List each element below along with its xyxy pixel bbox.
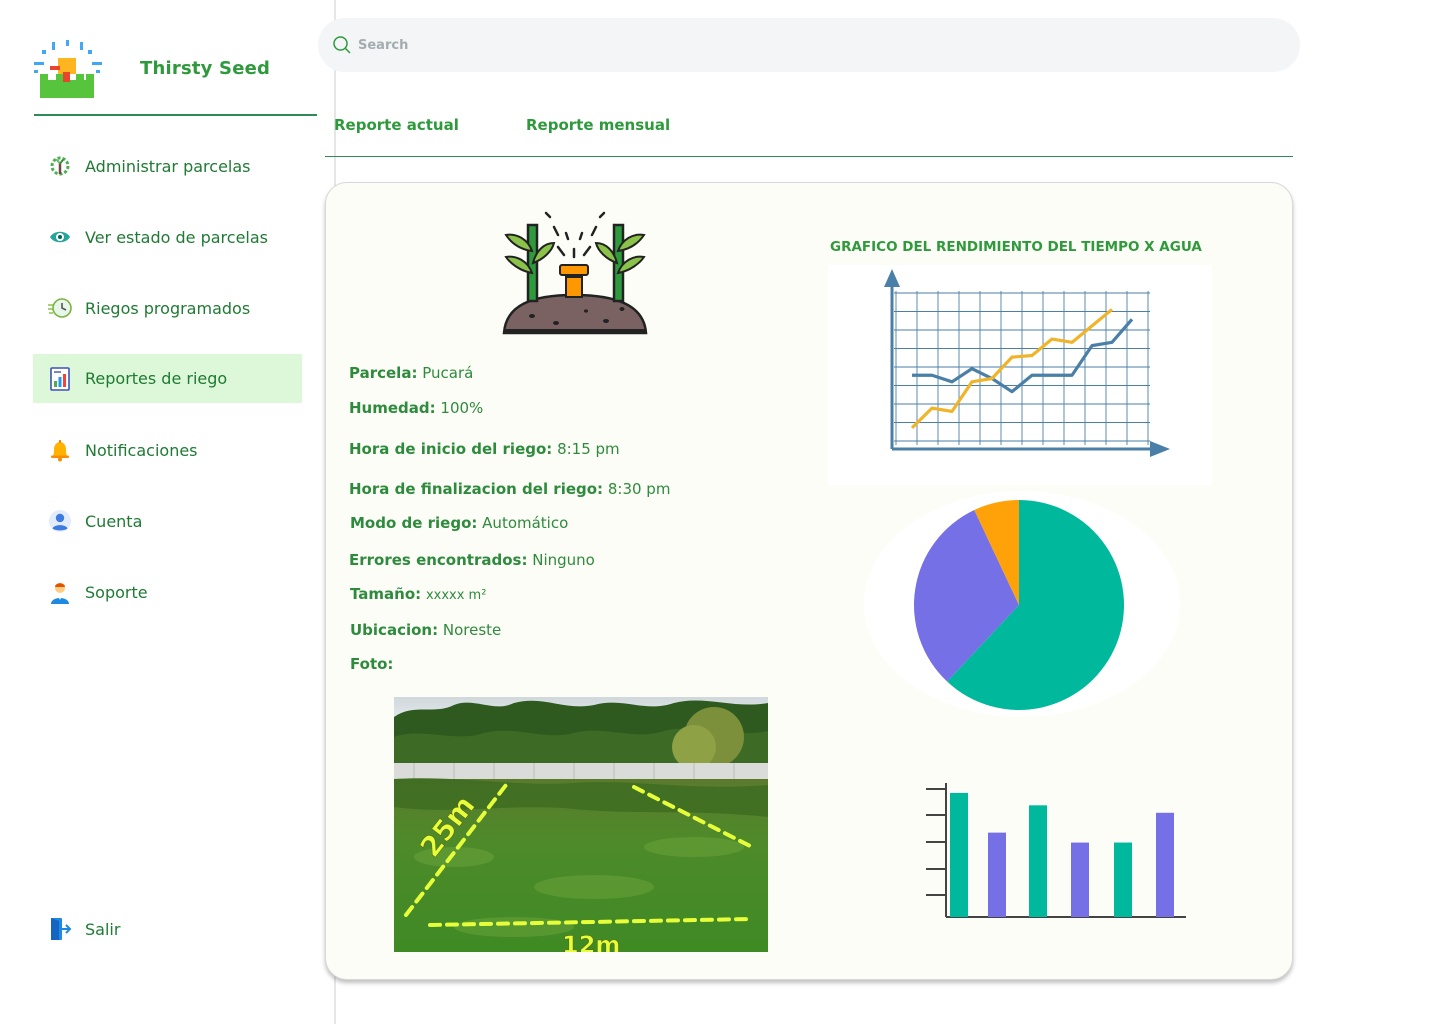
bar-3 [1029, 805, 1047, 917]
sidebar-item-label: Ver estado de parcelas [85, 227, 268, 247]
sidebar-item-administrar-parcelas[interactable]: Administrar parcelas [33, 142, 302, 190]
x-axis-arrow [1150, 441, 1170, 457]
bar-2 [988, 832, 1006, 917]
sidebar-item-label: Salir [85, 919, 121, 939]
tabs-divider [325, 156, 1293, 157]
sidebar: Thirsty Seed Administrar parcelas Ver es… [0, 0, 336, 1024]
sidebar-item-riegos-programados[interactable]: Riegos programados [33, 284, 302, 332]
brand-name: Thirsty Seed [140, 58, 271, 79]
parcel-photo: 25m 12m [394, 697, 768, 952]
sidebar-item-soporte[interactable]: Soporte [33, 568, 302, 616]
bar-6 [1156, 812, 1174, 917]
report-chart-icon [47, 366, 73, 392]
line-series-2 [910, 308, 1114, 429]
support-agent-icon [47, 579, 73, 605]
bar-4 [1071, 842, 1089, 917]
sidebar-item-reportes-de-riego[interactable]: Reportes de riego [33, 354, 302, 403]
field-tamano: Tamaño: xxxxx m² [350, 585, 487, 603]
bar-chart [896, 773, 1196, 943]
field-errores: Errores encontrados: Ninguno [349, 551, 595, 569]
search-bar[interactable] [318, 18, 1300, 72]
sprinkler-plants-icon [502, 211, 648, 339]
user-icon [47, 508, 73, 534]
clock-icon [47, 295, 73, 321]
pie-chart [864, 491, 1180, 717]
field-humedad: Humedad: 100% [349, 399, 484, 417]
sidebar-item-label: Reportes de riego [85, 369, 228, 388]
field-foto: Foto: [350, 655, 394, 673]
sidebar-item-label: Notificaciones [85, 440, 198, 460]
eye-icon [47, 224, 73, 250]
field-parcela: Parcela: Pucará [349, 364, 474, 382]
logout-icon [47, 916, 73, 942]
logo-icon [30, 38, 106, 100]
tab-reporte-actual[interactable]: Reporte actual [334, 116, 459, 134]
field-hora-fin: Hora de finalizacion del riego: 8:30 pm [349, 480, 671, 498]
field-modo-riego: Modo de riego: Automático [350, 514, 569, 532]
search-input[interactable] [358, 37, 858, 53]
report-card: Parcela: Pucará Humedad: 100% Hora de in… [325, 182, 1293, 980]
field-hora-inicio: Hora de inicio del riego: 8:15 pm [349, 440, 620, 458]
sidebar-item-ver-estado[interactable]: Ver estado de parcelas [33, 213, 302, 261]
sidebar-item-notificaciones[interactable]: Notificaciones [33, 426, 302, 474]
field-ubicacion: Ubicacion: Noreste [350, 621, 502, 639]
bell-icon [47, 437, 73, 463]
sidebar-item-salir[interactable]: Salir [33, 905, 302, 953]
brand-divider [34, 114, 317, 116]
y-axis-arrow [884, 269, 900, 287]
line-chart [828, 265, 1212, 485]
plant-gear-icon [47, 153, 73, 179]
sidebar-item-label: Soporte [85, 582, 148, 602]
sidebar-item-label: Riegos programados [85, 298, 251, 318]
sidebar-item-label: Cuenta [85, 511, 143, 531]
bar-1 [950, 792, 968, 917]
search-icon [333, 36, 351, 54]
sidebar-item-cuenta[interactable]: Cuenta [33, 497, 302, 545]
photo-label-bottom: 12m [562, 931, 620, 952]
chart-title: GRAFICO DEL RENDIMIENTO DEL TIEMPO X AGU… [830, 239, 1202, 255]
sidebar-item-label: Administrar parcelas [85, 156, 251, 176]
tab-reporte-mensual[interactable]: Reporte mensual [526, 116, 670, 134]
bar-5 [1114, 842, 1132, 917]
